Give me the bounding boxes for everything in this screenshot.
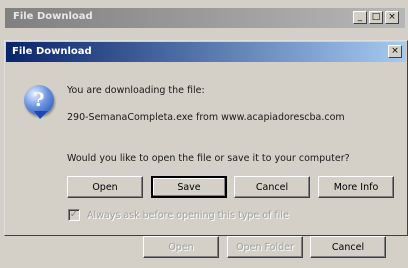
background-window-title: File Download: [13, 11, 93, 22]
background-window-controls: _ □ ×: [353, 11, 399, 24]
close-icon[interactable]: ×: [385, 11, 399, 24]
maximize-icon[interactable]: □: [369, 11, 383, 24]
background-open-folder-button[interactable]: Open Folder: [227, 236, 303, 258]
background-open-button[interactable]: Open: [143, 236, 219, 258]
dialog-title: File Download: [12, 46, 92, 57]
cancel-button[interactable]: Cancel: [234, 176, 310, 198]
download-message: You are downloading the file:: [67, 85, 205, 96]
minimize-icon[interactable]: _: [353, 11, 367, 24]
always-ask-label: Always ask before opening this type of f…: [87, 210, 289, 221]
always-ask-checkbox[interactable]: ✓: [68, 209, 80, 221]
background-titlebar: File Download _ □ ×: [5, 8, 405, 28]
background-button-row: Open Open Folder Cancel: [0, 236, 408, 260]
more-info-button[interactable]: More Info: [318, 176, 394, 198]
question-icon-tail: [34, 111, 48, 119]
dialog-titlebar: File Download ×: [6, 42, 406, 62]
close-icon[interactable]: ×: [388, 45, 402, 58]
save-button[interactable]: Save: [151, 176, 227, 198]
file-name-label: 290-SemanaCompleta.exe from www.acapiado…: [67, 112, 345, 123]
file-download-dialog: File Download × ? You are downloading th…: [4, 40, 408, 236]
open-or-save-prompt: Would you like to open the file or save …: [67, 153, 350, 164]
open-button[interactable]: Open: [67, 176, 143, 198]
background-cancel-button[interactable]: Cancel: [310, 236, 386, 258]
